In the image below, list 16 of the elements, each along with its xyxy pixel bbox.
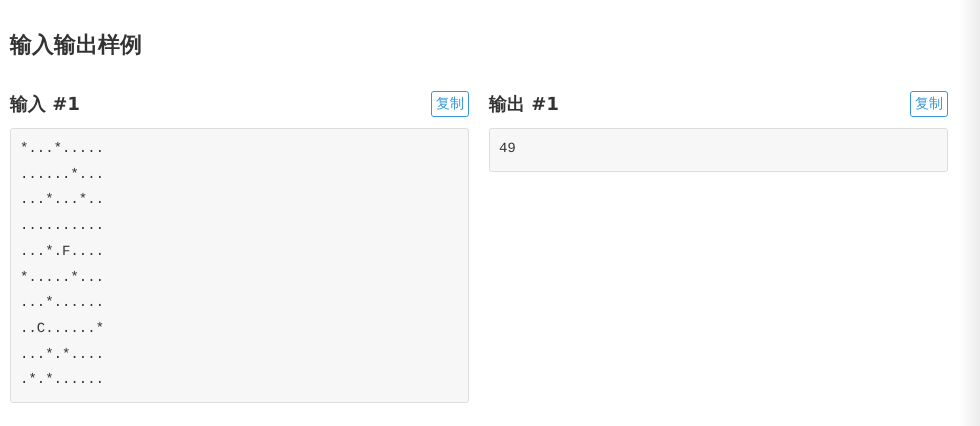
code-line: ...*.*.... — [20, 346, 106, 365]
code-line: ..C......* — [20, 320, 106, 339]
code-line: 49 — [499, 140, 517, 159]
sample-heading: 输入 #1 — [10, 93, 80, 116]
code-line: ......*... — [20, 166, 106, 185]
code-line: .......... — [20, 217, 106, 236]
section-title: 输入输出样例 — [10, 32, 143, 60]
code-line: ...*...*.. — [20, 191, 106, 210]
code-line: .*.*...... — [20, 371, 106, 390]
code-line: ...*...... — [20, 294, 106, 314]
code-line: ...*.F.... — [20, 242, 106, 262]
code-line: *...*..... — [20, 140, 106, 159]
copy-button[interactable]: 复制 — [431, 91, 469, 117]
copy-button[interactable]: 复制 — [910, 91, 948, 117]
sample-heading: 输出 #1 — [489, 93, 559, 116]
code-line: *.....*... — [20, 268, 106, 288]
